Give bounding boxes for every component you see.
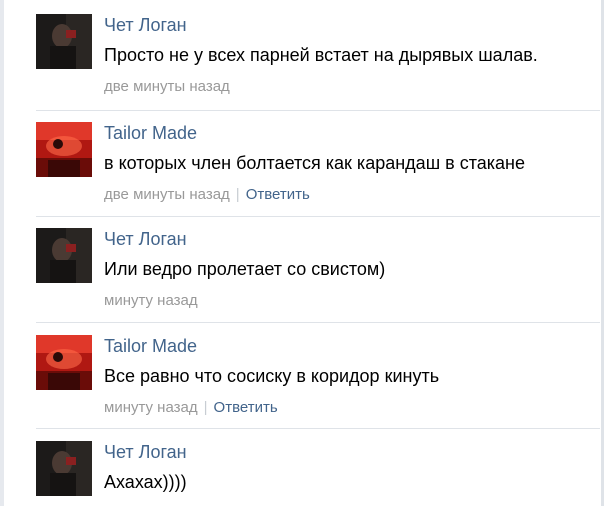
reply-link[interactable]: Ответить bbox=[246, 186, 310, 203]
comment-text: Или ведро пролетает со свистом) bbox=[104, 259, 386, 279]
author-name[interactable]: Чет Логан bbox=[104, 228, 187, 250]
comment-text: в которых член болтается как карандаш в … bbox=[104, 153, 525, 173]
comment-time[interactable]: две минуты назад bbox=[104, 186, 230, 203]
avatar[interactable] bbox=[36, 335, 92, 390]
avatar[interactable] bbox=[36, 441, 92, 496]
comment-text: Ахахах)))) bbox=[104, 472, 187, 492]
comment-meta: две минуты назад | Ответить bbox=[104, 186, 310, 204]
divider bbox=[36, 110, 600, 111]
comment-meta: две минуты назад bbox=[104, 78, 230, 96]
comment-time[interactable]: две минуты назад bbox=[104, 78, 230, 95]
comment-time[interactable]: минуту назад bbox=[104, 292, 198, 309]
divider bbox=[36, 322, 600, 323]
divider bbox=[36, 428, 600, 429]
person-dark-photo-icon bbox=[36, 228, 92, 283]
red-flag-crowd-photo-icon bbox=[36, 335, 92, 390]
meta-separator: | bbox=[235, 186, 240, 203]
author-name[interactable]: Чет Логан bbox=[104, 441, 187, 463]
avatar[interactable] bbox=[36, 122, 92, 177]
red-flag-crowd-photo-icon bbox=[36, 122, 92, 177]
person-dark-photo-icon bbox=[36, 441, 92, 496]
person-dark-photo-icon bbox=[36, 14, 92, 69]
author-name[interactable]: Чет Логан bbox=[104, 14, 187, 36]
author-name[interactable]: Tailor Made bbox=[104, 335, 197, 357]
comment-text: Просто не у всех парней встает на дырявы… bbox=[104, 45, 538, 65]
comment-meta: минуту назад | Ответить bbox=[104, 399, 278, 417]
meta-separator: | bbox=[203, 399, 208, 416]
left-border-strip bbox=[0, 0, 4, 506]
avatar[interactable] bbox=[36, 14, 92, 69]
avatar[interactable] bbox=[36, 228, 92, 283]
author-name[interactable]: Tailor Made bbox=[104, 122, 197, 144]
divider bbox=[36, 216, 600, 217]
reply-link[interactable]: Ответить bbox=[214, 399, 278, 416]
comment-meta: минуту назад bbox=[104, 292, 198, 310]
comment-text: Все равно что сосиску в коридор кинуть bbox=[104, 366, 440, 386]
comment-time[interactable]: минуту назад bbox=[104, 399, 198, 416]
